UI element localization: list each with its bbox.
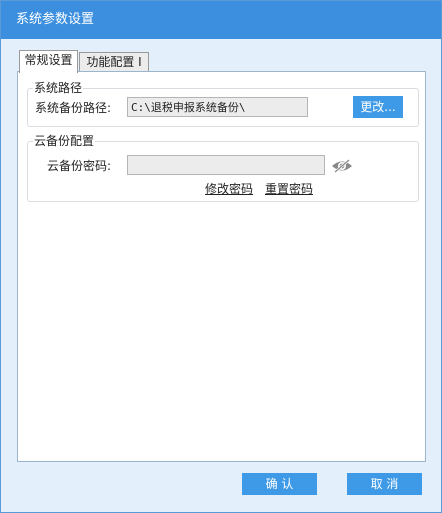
dialog-title: 系统参数设置 — [16, 12, 95, 27]
settings-dialog: 系统参数设置 常规设置 功能配置 I 系统路径 系统备份路径: 更改... 云备… — [0, 0, 442, 513]
system-path-group: 系统路径 系统备份路径: 更改... — [27, 81, 419, 127]
tab-general-settings[interactable]: 常规设置 — [19, 50, 78, 73]
eye-slash-icon[interactable] — [331, 158, 353, 174]
change-path-button[interactable]: 更改... — [353, 96, 403, 118]
reset-password-link[interactable]: 重置密码 — [265, 182, 313, 196]
cloud-password-input[interactable] — [127, 155, 325, 175]
tab-function-config[interactable]: 功能配置 I — [79, 52, 149, 72]
cloud-backup-group: 云备份配置 云备份密码: 修改密码 重置密码 — [27, 134, 419, 202]
tab-panel-general: 系统路径 系统备份路径: 更改... 云备份配置 云备份密码: 修改密码 重置密… — [17, 71, 426, 462]
confirm-button[interactable]: 确 认 — [242, 473, 317, 495]
cloud-password-label: 云备份密码: — [47, 159, 112, 173]
backup-path-field[interactable] — [127, 97, 308, 117]
cancel-button[interactable]: 取 消 — [347, 473, 422, 495]
system-path-legend: 系统路径 — [33, 81, 84, 95]
modify-password-link[interactable]: 修改密码 — [205, 182, 253, 196]
cloud-backup-legend: 云备份配置 — [33, 134, 96, 148]
title-bar[interactable]: 系统参数设置 — [1, 1, 441, 39]
backup-path-label: 系统备份路径: — [35, 101, 112, 115]
